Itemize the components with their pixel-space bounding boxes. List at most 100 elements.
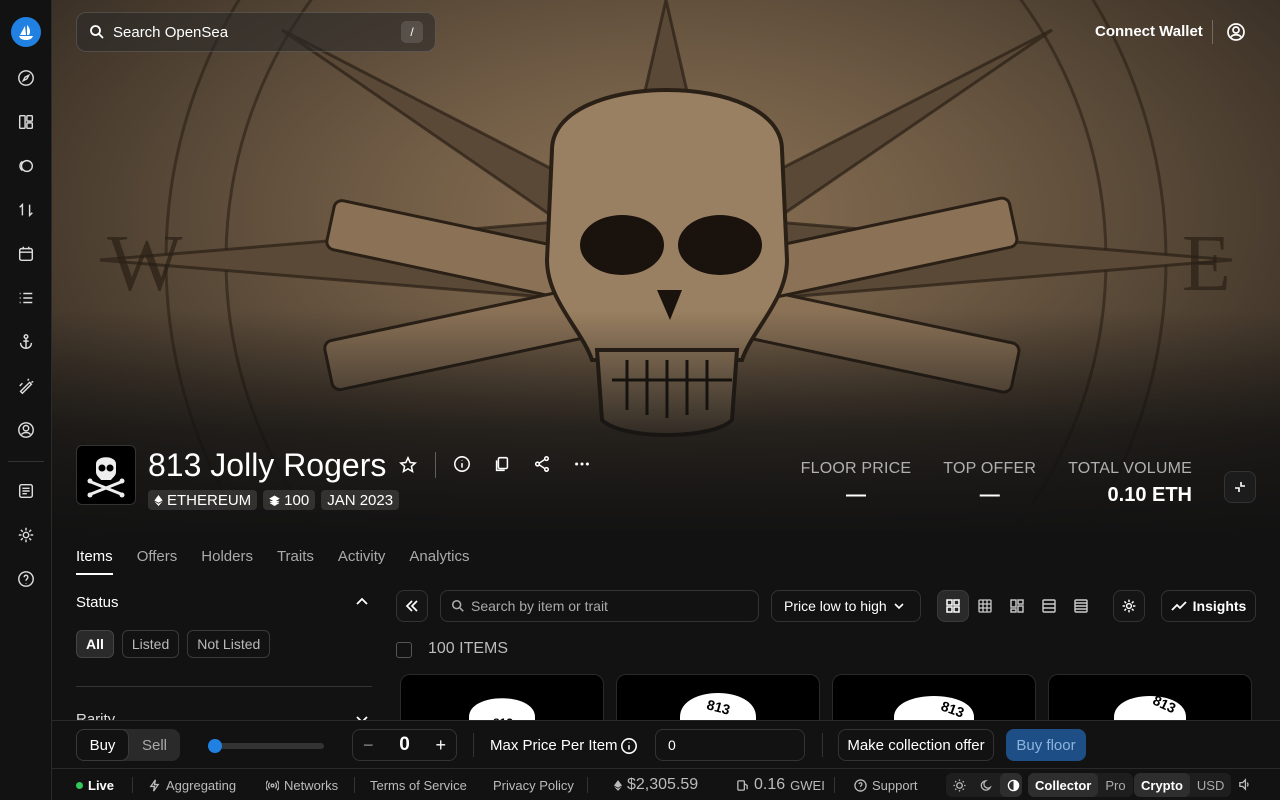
view-mosaic-button[interactable] [1001,590,1033,622]
dashboard-icon[interactable] [16,112,36,132]
chevron-down-icon [894,603,904,610]
item-search-input[interactable]: Search by item or trait [440,590,759,622]
tab-items[interactable]: Items [76,548,113,575]
account-icon[interactable] [1226,22,1246,42]
large-grid-icon [946,599,960,613]
buy-floor-button[interactable]: Buy floor [1006,729,1086,761]
decrement-button[interactable]: − [363,735,374,756]
tab-holders[interactable]: Holders [201,548,253,575]
stat-label: FLOOR PRICE [800,460,912,477]
more-options-icon[interactable] [573,455,591,473]
docs-icon[interactable] [16,481,36,501]
global-search-input[interactable]: Search OpenSea / [76,12,436,52]
tab-analytics[interactable]: Analytics [409,548,469,575]
status-filter-options: All Listed Not Listed [76,630,271,658]
footer-divider [834,777,835,793]
trend-chart-icon [1171,601,1187,611]
ethereum-icon [614,779,622,791]
view-small-grid-button[interactable] [969,590,1001,622]
live-status[interactable]: Live [76,778,114,793]
swap-icon[interactable] [16,200,36,220]
favorite-star-icon[interactable] [399,456,417,474]
privacy-link[interactable]: Privacy Policy [493,778,574,793]
sound-toggle[interactable] [1238,778,1251,791]
tab-activity[interactable]: Activity [338,548,386,575]
collector-mode-button[interactable]: Collector [1028,773,1099,797]
sun-icon [953,778,966,792]
connect-wallet-button[interactable]: Connect Wallet [1095,23,1203,40]
stat-top-offer: TOP OFFER — [943,460,1036,507]
terms-link[interactable]: Terms of Service [370,778,467,793]
tab-offers[interactable]: Offers [137,548,178,575]
collapse-icon [1235,482,1245,492]
slider-handle[interactable] [208,739,222,753]
view-large-grid-button[interactable] [937,590,969,622]
opensea-logo-icon[interactable] [11,17,41,47]
sell-tab[interactable]: Sell [129,729,180,761]
share-icon[interactable] [533,455,551,473]
moon-icon [980,779,992,791]
status-footer: Live Aggregating Networks Terms of Servi… [52,768,1280,800]
view-list-button[interactable] [1033,590,1065,622]
make-collection-offer-button[interactable]: Make collection offer [838,729,994,761]
gas-unit: GWEI [790,777,825,793]
search-icon [90,25,104,39]
pro-mode-button[interactable]: Pro [1098,773,1132,797]
sort-dropdown[interactable]: Price low to high [771,590,921,622]
select-all-checkbox[interactable] [396,642,412,658]
profile-icon[interactable] [16,420,36,440]
copy-icon[interactable] [493,455,511,473]
info-icon[interactable] [620,737,638,755]
dark-theme-button[interactable] [973,773,1000,797]
quantity-stepper: − 0 + [352,729,457,761]
insights-button[interactable]: Insights [1161,590,1256,622]
status-filter-title[interactable]: Status [76,594,119,611]
status-not-listed-pill[interactable]: Not Listed [187,630,271,658]
anchor-icon[interactable] [16,332,36,352]
networks-link[interactable]: Networks [266,778,338,793]
filter-divider [76,686,372,687]
compass-icon[interactable] [16,68,36,88]
search-shortcut-badge: / [401,21,423,43]
info-icon[interactable] [453,455,471,473]
eth-price: $2,305.59 [614,776,698,794]
aggregating-link[interactable]: Aggregating [148,778,236,793]
crypto-currency-button[interactable]: Crypto [1134,773,1190,797]
footer-divider [354,777,355,793]
currency-toggle: Crypto USD [1134,773,1232,797]
list-icon[interactable] [16,288,36,308]
settings-icon[interactable] [16,525,36,545]
layers-icon [269,494,280,506]
toggle-filters-button[interactable] [396,590,428,622]
stat-floor-price: FLOOR PRICE — [801,460,912,507]
small-grid-icon [978,599,992,613]
live-dot-icon [76,782,83,789]
collections-icon[interactable] [16,156,36,176]
increment-button[interactable]: + [435,735,446,756]
quantity-slider[interactable] [208,739,324,753]
support-link[interactable]: Support [854,778,918,793]
search-placeholder: Search OpenSea [113,23,229,41]
collection-tabs: Items Offers Holders Traits Activity Ana… [76,548,469,575]
chevron-up-icon[interactable] [354,594,370,610]
max-price-input[interactable]: 0 [655,729,805,761]
status-all-pill[interactable]: All [76,630,114,658]
light-theme-button[interactable] [946,773,973,797]
tab-traits[interactable]: Traits [277,548,314,575]
ethereum-icon [154,494,163,506]
usd-currency-button[interactable]: USD [1190,773,1231,797]
gas-pump-icon [737,779,748,791]
create-icon[interactable] [16,376,36,396]
system-theme-button[interactable] [1000,773,1022,797]
display-settings-button[interactable] [1113,590,1145,622]
calendar-icon[interactable] [16,244,36,264]
buy-tab[interactable]: Buy [76,729,129,761]
collapse-header-button[interactable] [1224,471,1256,503]
broadcast-icon [266,780,279,791]
view-table-button[interactable] [1065,590,1097,622]
quantity-value[interactable]: 0 [399,734,410,756]
status-listed-pill[interactable]: Listed [121,630,180,658]
buy-sell-toggle: Buy Sell [76,729,180,761]
help-icon[interactable] [16,569,36,589]
chain-chip: ETHEREUM [148,490,258,510]
